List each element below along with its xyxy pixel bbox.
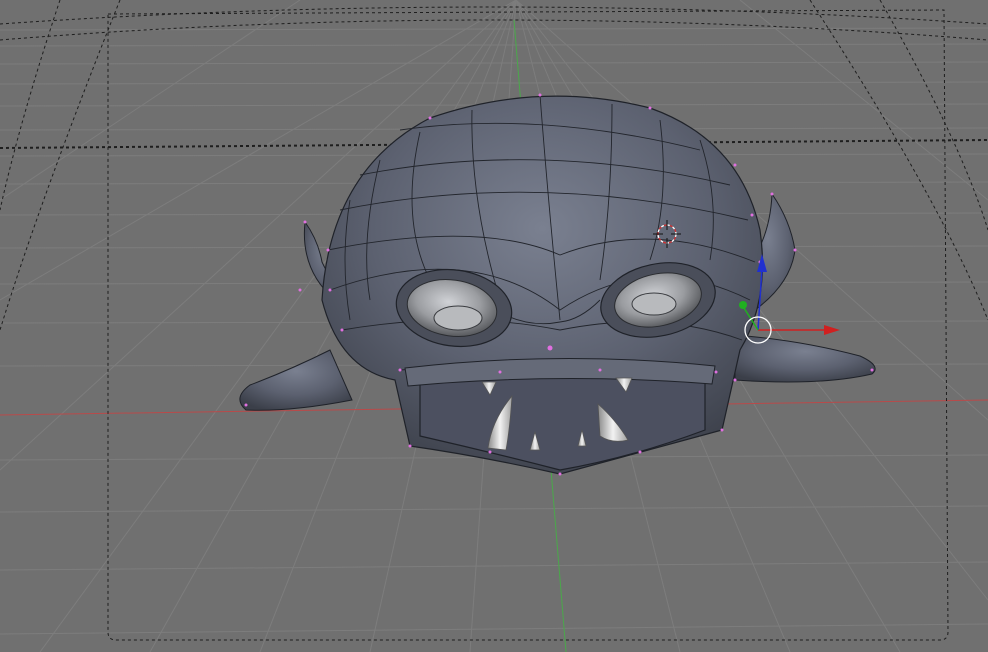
gizmo-y-handle[interactable] [739, 301, 747, 309]
right-pupil [631, 292, 677, 316]
scene-svg[interactable] [0, 0, 988, 652]
3d-viewport[interactable] [0, 0, 988, 652]
left-pupil [433, 305, 483, 331]
